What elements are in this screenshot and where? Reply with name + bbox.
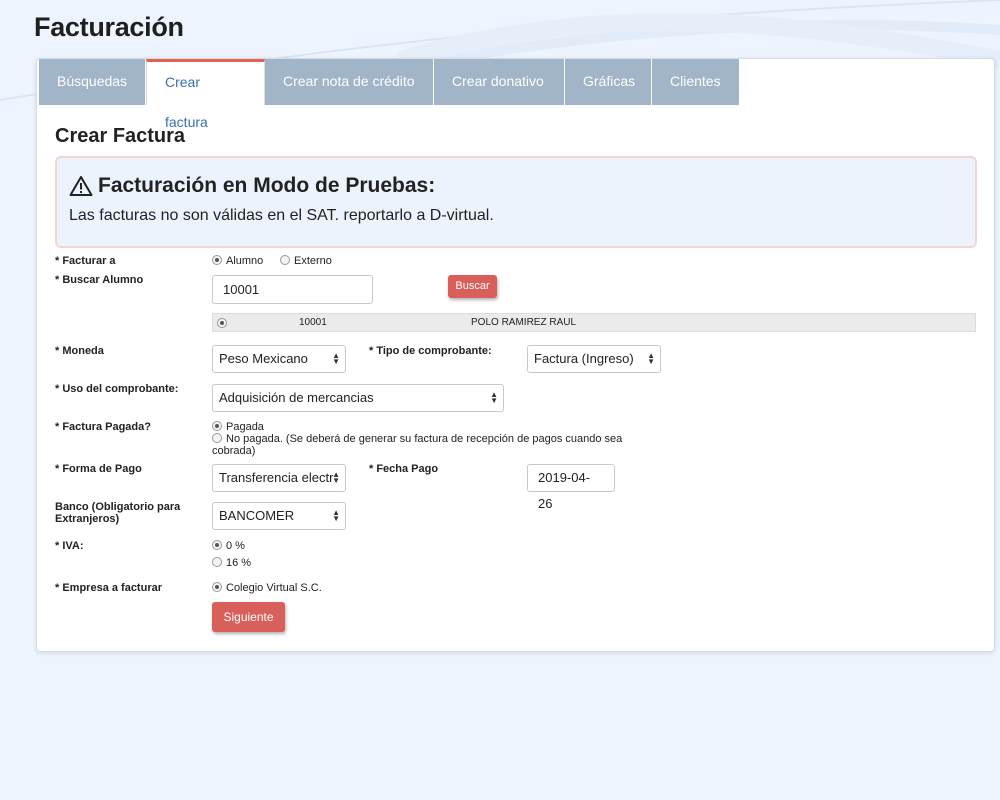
warning-icon (69, 176, 93, 196)
radio-empresa[interactable]: Colegio Virtual S.C. (212, 582, 322, 594)
radio-alumno-dot[interactable] (212, 255, 222, 265)
radio-iva-0[interactable]: 0 % (212, 540, 245, 552)
buscar-button[interactable]: Buscar (448, 275, 497, 298)
buscar-alumno-input[interactable]: 10001 (212, 275, 373, 304)
alert-text: Las facturas no son válidas en el SAT. r… (69, 207, 494, 224)
alert-title: Facturación en Modo de Pruebas: (98, 174, 436, 197)
fecha-pago-label: * Fecha Pago (369, 463, 439, 475)
chevron-updown-icon: ▲ ▼ (332, 508, 340, 523)
section-title: Crear Factura (55, 125, 186, 147)
tipo-comprobante-select[interactable]: Factura (Ingreso) ▲ ▼ (527, 345, 661, 373)
chevron-updown-icon: ▲ ▼ (647, 351, 655, 366)
banco-select[interactable]: BANCOMER ▲ ▼ (212, 502, 346, 530)
facturar-a-label: * Facturar a (55, 255, 116, 267)
search-result-row[interactable]: 10001 POLO RAMIREZ RAUL (212, 313, 976, 332)
radio-empresa-dot[interactable] (212, 582, 222, 592)
result-radio[interactable] (217, 318, 227, 328)
chevron-updown-icon: ▲ ▼ (332, 351, 340, 366)
uso-comprobante-select[interactable]: Adquisición de mercancias ▲ ▼ (212, 384, 504, 412)
main-card: Búsquedas Crear factura Crear nota de cr… (36, 58, 995, 652)
tab-crear-factura[interactable]: Crear factura (146, 59, 265, 130)
page-title: Facturación (34, 12, 184, 42)
radio-pagada-dot[interactable] (212, 421, 222, 431)
radio-pagada[interactable]: Pagada (212, 421, 264, 433)
tipo-comprobante-label: * Tipo de comprobante: (369, 345, 492, 357)
radio-iva-16[interactable]: 16 % (212, 557, 251, 569)
result-id: 10001 (299, 317, 327, 328)
moneda-select[interactable]: Peso Mexicano ▲ ▼ (212, 345, 346, 373)
buscar-alumno-label: * Buscar Alumno (55, 274, 144, 286)
tab-crear-donativo[interactable]: Crear donativo (434, 59, 565, 105)
factura-pagada-label: * Factura Pagada? (55, 421, 151, 433)
siguiente-button[interactable]: Siguiente (212, 602, 285, 632)
tab-crear-nota-credito[interactable]: Crear nota de crédito (265, 59, 434, 105)
radio-no-pagada[interactable]: No pagada. (Se deberá de generar su fact… (212, 433, 652, 457)
chevron-updown-icon: ▲ ▼ (490, 390, 498, 405)
radio-externo[interactable]: Externo (280, 255, 332, 267)
chevron-updown-icon: ▲ ▼ (332, 470, 340, 485)
tab-busquedas[interactable]: Búsquedas (39, 59, 146, 105)
tab-graficas[interactable]: Gráficas (565, 59, 652, 105)
empresa-label: * Empresa a facturar (55, 582, 162, 594)
test-mode-alert: Facturación en Modo de Pruebas: Las fact… (55, 156, 977, 248)
radio-iva-16-dot[interactable] (212, 557, 222, 567)
radio-externo-dot[interactable] (280, 255, 290, 265)
moneda-label: * Moneda (55, 345, 104, 357)
radio-alumno[interactable]: Alumno (212, 255, 263, 267)
uso-comprobante-label: * Uso del comprobante: (55, 383, 179, 395)
forma-pago-label: * Forma de Pago (55, 463, 142, 475)
banco-label: Banco (Obligatorio para Extranjeros) (55, 501, 181, 525)
radio-no-pagada-dot[interactable] (212, 433, 222, 443)
result-name: POLO RAMIREZ RAUL (471, 317, 577, 328)
forma-pago-select[interactable]: Transferencia electr ▲ ▼ (212, 464, 346, 492)
iva-label: * IVA: (55, 540, 84, 552)
radio-iva-0-dot[interactable] (212, 540, 222, 550)
tab-clientes[interactable]: Clientes (652, 59, 740, 105)
tab-bar: Búsquedas Crear factura Crear nota de cr… (39, 59, 740, 130)
fecha-pago-input[interactable]: 2019-04-26 (527, 464, 615, 511)
